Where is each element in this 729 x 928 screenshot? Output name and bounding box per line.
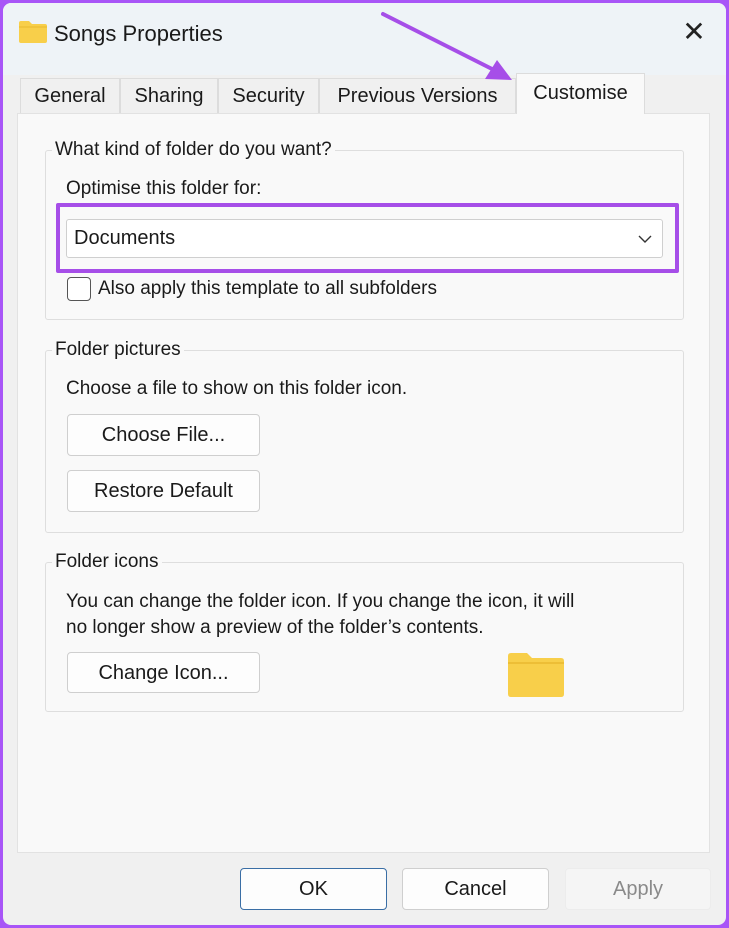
change-icon-button[interactable]: Change Icon... [67, 652, 260, 693]
optimise-label: Optimise this folder for: [66, 178, 262, 199]
icons-text-line1: You can change the folder icon. If you c… [66, 591, 575, 612]
cancel-button[interactable]: Cancel [402, 868, 549, 910]
folder-preview-icon [508, 653, 564, 697]
restore-default-button[interactable]: Restore Default [67, 470, 260, 512]
group-legend: What kind of folder do you want? [52, 139, 335, 161]
ok-button[interactable]: OK [240, 868, 387, 910]
icons-text-line2: no longer show a preview of the folder’s… [66, 617, 484, 638]
subfolders-checkbox[interactable] [67, 277, 91, 301]
group-legend: Folder icons [52, 551, 162, 573]
pictures-text: Choose a file to show on this folder ico… [66, 378, 408, 399]
highlight-annotation [56, 203, 679, 273]
arrow-annotation [381, 12, 512, 80]
subfolders-label: Also apply this template to all subfolde… [98, 278, 438, 299]
properties-dialog: Songs Properties ✕ General Sharing Secur… [3, 3, 726, 925]
apply-button[interactable]: Apply [565, 868, 711, 910]
group-legend: Folder pictures [52, 339, 184, 361]
choose-file-button[interactable]: Choose File... [67, 414, 260, 456]
